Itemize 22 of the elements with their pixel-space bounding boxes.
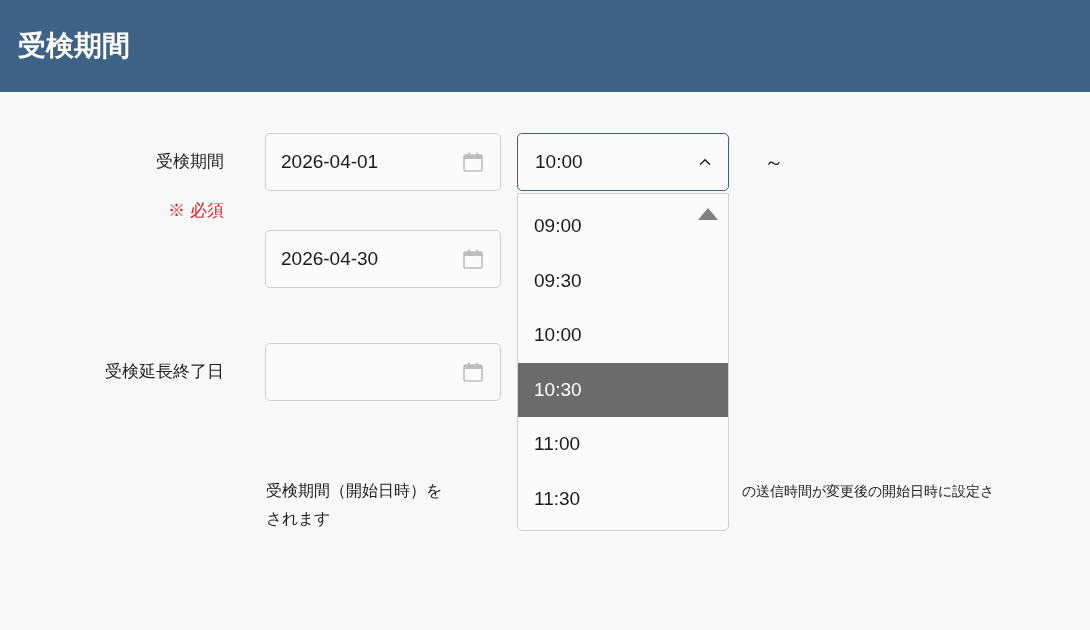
note-text: の送信時間が変更後の開始日時に設定さ	[742, 482, 994, 501]
range-separator: ～	[764, 150, 784, 175]
time-option[interactable]: 10:00	[518, 308, 728, 363]
time-option[interactable]: 09:00	[518, 199, 728, 254]
scroll-up-icon[interactable]	[698, 208, 718, 220]
time-option[interactable]: 10:30	[518, 362, 728, 417]
calendar-icon	[462, 151, 484, 173]
date-field[interactable]: 2026-04-01	[265, 133, 501, 191]
date-field[interactable]	[265, 343, 501, 401]
required-mark: ※ 必須	[168, 200, 224, 220]
time-select[interactable]: 10:00	[517, 133, 729, 191]
time-option[interactable]: 11:30	[518, 471, 728, 526]
field-label: 受検延長終了日	[105, 362, 224, 382]
time-option[interactable]: 09:30	[518, 253, 728, 308]
note-text: されます	[266, 509, 331, 529]
note-text: 受検期間（開始日時）を	[266, 481, 443, 501]
date-field[interactable]: 2026-04-30	[265, 230, 501, 288]
page-title: 受検期間	[18, 29, 130, 63]
time-option[interactable]: 11:00	[518, 417, 728, 472]
calendar-icon	[462, 361, 484, 383]
calendar-icon	[462, 248, 484, 270]
field-label: 受検期間	[156, 152, 224, 172]
